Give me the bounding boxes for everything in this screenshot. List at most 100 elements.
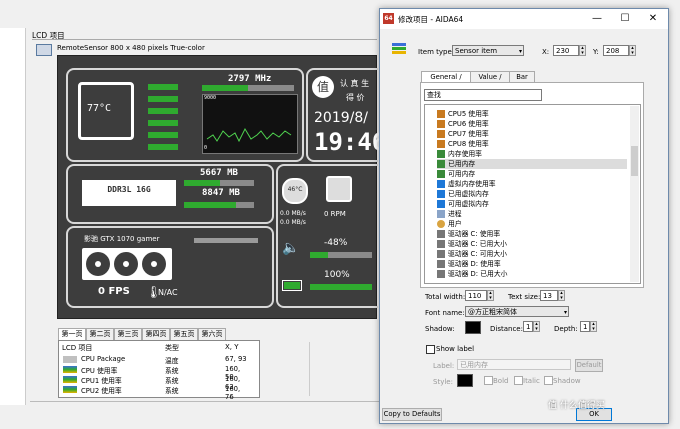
x-spinner[interactable]: ▴ ▾ — [579, 45, 586, 56]
list-item[interactable]: 驱动器 C: 使用率 — [437, 229, 627, 239]
depth-spinner[interactable]: ▴ ▾ — [590, 321, 597, 332]
row-type: 系统 — [165, 367, 179, 375]
status-panel[interactable]: 46°C 0.0 MB/s 0.0 MB/s 0 RPM 🔈 -48% 100% — [276, 164, 378, 308]
column-header-type[interactable]: 类型 — [165, 343, 179, 353]
row-name: CPU2 使用率 — [81, 387, 122, 395]
list-item[interactable]: 驱动器 C: 已用大小 — [437, 239, 627, 249]
list-item[interactable]: 可用内存 — [437, 169, 627, 179]
list-item[interactable]: 已用虚拟内存 — [437, 189, 627, 199]
gpu-panel[interactable]: 影驰 GTX 1070 gamer 0 FPS 🌡 N/AC — [66, 226, 274, 308]
x-label: X: — [542, 48, 550, 56]
y-label: Y: — [593, 48, 599, 56]
list-item[interactable]: 虚拟内存使用率 — [437, 179, 627, 189]
item-type-select[interactable]: Sensor item ▾ — [452, 45, 524, 56]
gpu-load-bar — [194, 238, 258, 243]
bold-checkbox[interactable] — [484, 376, 493, 385]
total-width-spinner[interactable]: ▴ ▾ — [487, 290, 494, 301]
maximize-button[interactable]: ☐ — [616, 12, 634, 26]
font-name-value: @方正粗宋简体 — [468, 308, 517, 316]
cpu-panel[interactable]: 77°C 2797 MHz 9000 0 — [66, 68, 304, 162]
list-item-selected[interactable]: 已用内存 — [437, 159, 627, 169]
depth-input[interactable]: 1 — [580, 321, 590, 332]
column-header-xy[interactable]: X, Y — [225, 343, 239, 351]
sensor-item-list[interactable]: CPU5 使用率 CPU6 使用率 CPU7 使用率 CPU8 使用率 内存使用… — [424, 104, 641, 284]
text-size-label: Text size: — [508, 293, 541, 301]
copy-to-defaults-button[interactable]: Copy to Defaults — [382, 408, 442, 421]
volume-bar — [310, 252, 328, 258]
label-color-swatch[interactable] — [457, 374, 473, 387]
y-input[interactable]: 208 — [603, 45, 629, 56]
y-spinner[interactable]: ▴ ▾ — [629, 45, 636, 56]
windows-icon — [437, 180, 445, 188]
tab-page-1[interactable]: 第一页 — [58, 328, 86, 340]
user-icon — [437, 220, 445, 228]
shadow-checkbox[interactable] — [544, 376, 553, 385]
table-row[interactable]: CPU2 使用率 系统 160, 76 — [59, 385, 249, 401]
sensor-icon — [63, 386, 77, 393]
close-button[interactable]: ✕ — [644, 12, 662, 26]
drive-icon — [437, 260, 445, 268]
list-item[interactable]: CPU5 使用率 — [437, 109, 627, 119]
list-scrollbar[interactable] — [630, 106, 639, 282]
cpu-freq-bar — [202, 85, 248, 91]
text-size-input[interactable]: 13 — [540, 290, 558, 301]
label-input[interactable]: 已用内存 — [457, 359, 571, 370]
memory-panel[interactable]: DDR3L 16G 5667 MB 8847 MB — [66, 164, 274, 224]
remote-sensor-label: RemoteSensor 800 x 480 pixels True-color — [57, 44, 205, 52]
cpu-bar-5 — [148, 132, 178, 138]
list-item[interactable]: 驱动器 C: 可用大小 — [437, 249, 627, 259]
list-item[interactable]: CPU7 使用率 — [437, 129, 627, 139]
list-item[interactable]: 可用虚拟内存 — [437, 199, 627, 209]
distance-spinner[interactable]: ▴ ▾ — [533, 321, 540, 332]
total-width-input[interactable]: 110 — [465, 290, 487, 301]
depth-label: Depth: — [554, 325, 578, 333]
watermark: 值 什么值得买 — [548, 401, 605, 411]
table-row[interactable]: CPU1 使用率 系统 160, 63 — [59, 375, 249, 391]
lcd-item-list[interactable]: LCD 项目 类型 X, Y CPU Package 温度 67, 93 CPU… — [58, 340, 318, 401]
total-width-label: Total width: — [425, 293, 466, 301]
fan-icon — [326, 176, 352, 202]
font-name-label: Font name: — [425, 309, 465, 317]
x-input[interactable]: 230 — [553, 45, 579, 56]
text-size-spinner[interactable]: ▴ ▾ — [558, 290, 565, 301]
lcd-preview[interactable]: 77°C 2797 MHz 9000 0 值 认 真 生 得 价 2019/8/… — [57, 55, 386, 319]
datetime-panel[interactable]: 值 认 真 生 得 价 2019/8/ 19:46 — [306, 68, 386, 162]
column-header-item[interactable]: LCD 项目 — [62, 343, 92, 353]
table-row[interactable]: CPU 使用率 系统 160, 50 — [59, 365, 249, 381]
list-item[interactable]: 用户 — [437, 219, 627, 229]
distance-input[interactable]: 1 — [523, 321, 533, 332]
monitor-icon — [36, 44, 52, 56]
list-item[interactable]: 内存使用率 — [437, 149, 627, 159]
gpu-card-icon — [82, 248, 172, 280]
memory-used-bar-bg — [220, 180, 254, 186]
default-button[interactable]: Default — [575, 359, 603, 372]
show-label-checkbox[interactable] — [426, 345, 435, 354]
process-icon — [437, 210, 445, 218]
list-item[interactable]: CPU6 使用率 — [437, 119, 627, 129]
cpu-usage-graph: 9000 0 — [202, 94, 298, 154]
list-scrollbar[interactable] — [309, 342, 318, 396]
list-item[interactable]: 驱动器 D: 已用大小 — [437, 269, 627, 279]
dialog-titlebar[interactable]: 64 修改项目 - AIDA64 — ☐ ✕ — [380, 9, 668, 29]
memory-used-bar — [184, 180, 220, 186]
row-type: 温度 — [165, 357, 179, 365]
hourglass-icon — [437, 120, 445, 128]
list-item[interactable]: CPU8 使用率 — [437, 139, 627, 149]
search-input[interactable]: 查找 — [424, 89, 542, 101]
shadow-color-swatch[interactable] — [465, 321, 481, 334]
memory-used: 5667 MB — [200, 168, 238, 178]
font-name-select[interactable]: @方正粗宋简体 ▾ — [465, 306, 569, 317]
modify-item-dialog[interactable]: 64 修改项目 - AIDA64 — ☐ ✕ Item type: Sensor… — [379, 8, 669, 424]
list-item[interactable]: 进程 — [437, 209, 627, 219]
scrollbar-thumb[interactable] — [631, 146, 638, 176]
cpu-bar-6 — [148, 144, 178, 150]
italic-checkbox[interactable] — [514, 376, 523, 385]
table-row[interactable]: CPU Package 温度 67, 93 — [59, 355, 249, 365]
item-type-label: Item type: — [418, 48, 455, 56]
list-item[interactable]: 驱动器 D: 使用率 — [437, 259, 627, 269]
cpu-freq-bar-bg — [248, 85, 294, 91]
speaker-icon: 🔈 — [282, 240, 300, 256]
cpu-bar-3 — [148, 108, 178, 114]
label-label: Label: — [433, 362, 455, 370]
minimize-button[interactable]: — — [588, 12, 606, 26]
